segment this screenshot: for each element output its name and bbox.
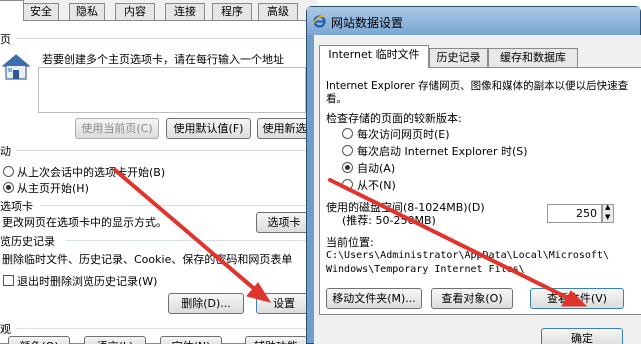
accessibility-button[interactable]: 辅助功能 — [245, 336, 307, 344]
tab-security[interactable]: 安全 — [23, 3, 59, 21]
location-path-line2: Windows\Temporary Internet Files\ — [326, 264, 525, 275]
dialog-body: Internet 临时文件 历史记录 缓存和数据库 Internet Explo… — [314, 35, 641, 344]
intro-text: Internet Explorer 存储网页、图像和媒体的副本以便以后快速查看。 — [326, 80, 629, 105]
every-start-radio[interactable] — [342, 145, 353, 156]
home-page-description: 若要创建多个主页选项卡，请在每行输入一个地址 — [42, 53, 284, 66]
startup-home-page-radio[interactable] — [3, 182, 14, 193]
tab-caches-databases[interactable]: 缓存和数据库 — [488, 48, 578, 67]
section-divider — [16, 328, 306, 329]
view-files-button[interactable]: 查看文件(V) — [530, 288, 624, 309]
startup-last-session-radio[interactable] — [3, 166, 14, 177]
internet-options-tab-strip: 安全 隐私 内容 连接 程序 高级 — [0, 0, 318, 21]
tab-privacy[interactable]: 隐私 — [69, 3, 105, 21]
ok-button[interactable]: 确定 — [541, 328, 623, 344]
general-tab-panel: 页 若要创建多个主页选项卡，请在每行输入一个地址 使用当前页(C) 使用默认值(… — [0, 20, 312, 344]
section-divider — [16, 150, 306, 151]
never-label: 从不(N) — [357, 179, 396, 192]
home-page-section-label: 页 — [0, 33, 11, 46]
ie-logo-icon — [312, 15, 327, 28]
use-default-button[interactable]: 使用默认值(F) — [166, 118, 251, 139]
disk-space-hint: (推荐: 50-250MB) — [342, 214, 436, 227]
use-current-button[interactable]: 使用当前页(C) — [75, 118, 159, 139]
section-divider — [40, 205, 306, 206]
languages-button[interactable]: 语言(L) — [84, 336, 146, 344]
disk-space-value: 250 — [576, 207, 597, 220]
tab-history[interactable]: 历史记录 — [429, 48, 488, 67]
tab-general[interactable] — [0, 0, 24, 21]
history-description: 删除临时文件、历史记录、Cookie、保存的密码和网页表单 — [2, 253, 293, 266]
startup-last-session-label: 从上次会话中的选项卡开始(B) — [17, 166, 166, 179]
automatic-radio[interactable] — [342, 162, 353, 173]
spin-buttons[interactable]: ▲ ▼ — [602, 203, 614, 223]
internet-options-dialog: 安全 隐私 内容 连接 程序 高级 页 若要创建多个主页选项卡，请在每行输入一个… — [0, 0, 318, 344]
section-divider — [16, 38, 306, 39]
dialog-title: 网站数据设置 — [331, 16, 404, 30]
colors-button[interactable]: 颜色(O) — [8, 336, 70, 344]
home-house-icon — [1, 53, 31, 81]
tab-advanced[interactable]: 高级 — [258, 3, 298, 21]
view-objects-button[interactable]: 查看对象(O) — [431, 288, 513, 309]
delete-on-exit-checkbox[interactable] — [3, 275, 14, 286]
section-divider — [66, 240, 306, 241]
fonts-button[interactable]: 字体(N) — [160, 336, 222, 344]
spin-up-icon[interactable]: ▲ — [605, 203, 610, 211]
disk-space-spinbox[interactable]: 250 — [547, 204, 602, 223]
dialog-title-bar[interactable]: 网站数据设置 — [307, 7, 640, 35]
tab-temporary-internet-files[interactable]: Internet 临时文件 — [319, 45, 429, 68]
delete-on-exit-label: 退出时删除浏览历史记录(W) — [17, 275, 158, 288]
every-visit-label: 每次访问网页时(E) — [357, 128, 450, 141]
current-location-label: 当前位置: — [326, 236, 374, 249]
appearance-section-label: 观 — [0, 323, 11, 336]
every-start-label: 每次启动 Internet Explorer 时(S) — [357, 145, 528, 158]
tab-programs[interactable]: 程序 — [212, 3, 252, 21]
tabs-settings-button[interactable]: 选项卡 — [256, 212, 312, 233]
tabs-section-description: 更改网页在选项卡中的显示方式。 — [2, 216, 167, 229]
tab-content[interactable]: 内容 — [115, 3, 155, 21]
use-new-tab-button[interactable]: 使用新选 — [257, 118, 312, 139]
history-settings-button[interactable]: 设置 — [256, 293, 312, 314]
home-page-address-box[interactable] — [38, 67, 306, 113]
startup-section-label: 动 — [0, 145, 11, 158]
temporary-files-panel: Internet Explorer 存储网页、图像和媒体的副本以便以后快速查看。… — [319, 67, 641, 315]
never-radio[interactable] — [342, 179, 353, 190]
tabs-section-label: 选项卡 — [0, 200, 33, 213]
location-path-line1: C:\Users\Administrator\AppData\Local\Mic… — [326, 250, 609, 261]
automatic-label: 自动(A) — [357, 162, 396, 175]
startup-home-page-label: 从主页开始(H) — [17, 182, 89, 195]
spin-down-icon[interactable]: ▼ — [605, 213, 610, 221]
website-data-settings-dialog: 网站数据设置 Internet 临时文件 历史记录 缓存和数据库 Interne… — [306, 6, 641, 344]
every-visit-radio[interactable] — [342, 128, 353, 139]
history-section-label: 览历史记录 — [0, 235, 55, 248]
delete-history-button[interactable]: 删除(D)... — [168, 293, 244, 314]
check-newer-versions-label: 检查存储的页面的较新版本: — [326, 112, 462, 125]
move-folder-button[interactable]: 移动文件夹(M)... — [326, 288, 422, 309]
tab-connections[interactable]: 连接 — [165, 3, 205, 21]
